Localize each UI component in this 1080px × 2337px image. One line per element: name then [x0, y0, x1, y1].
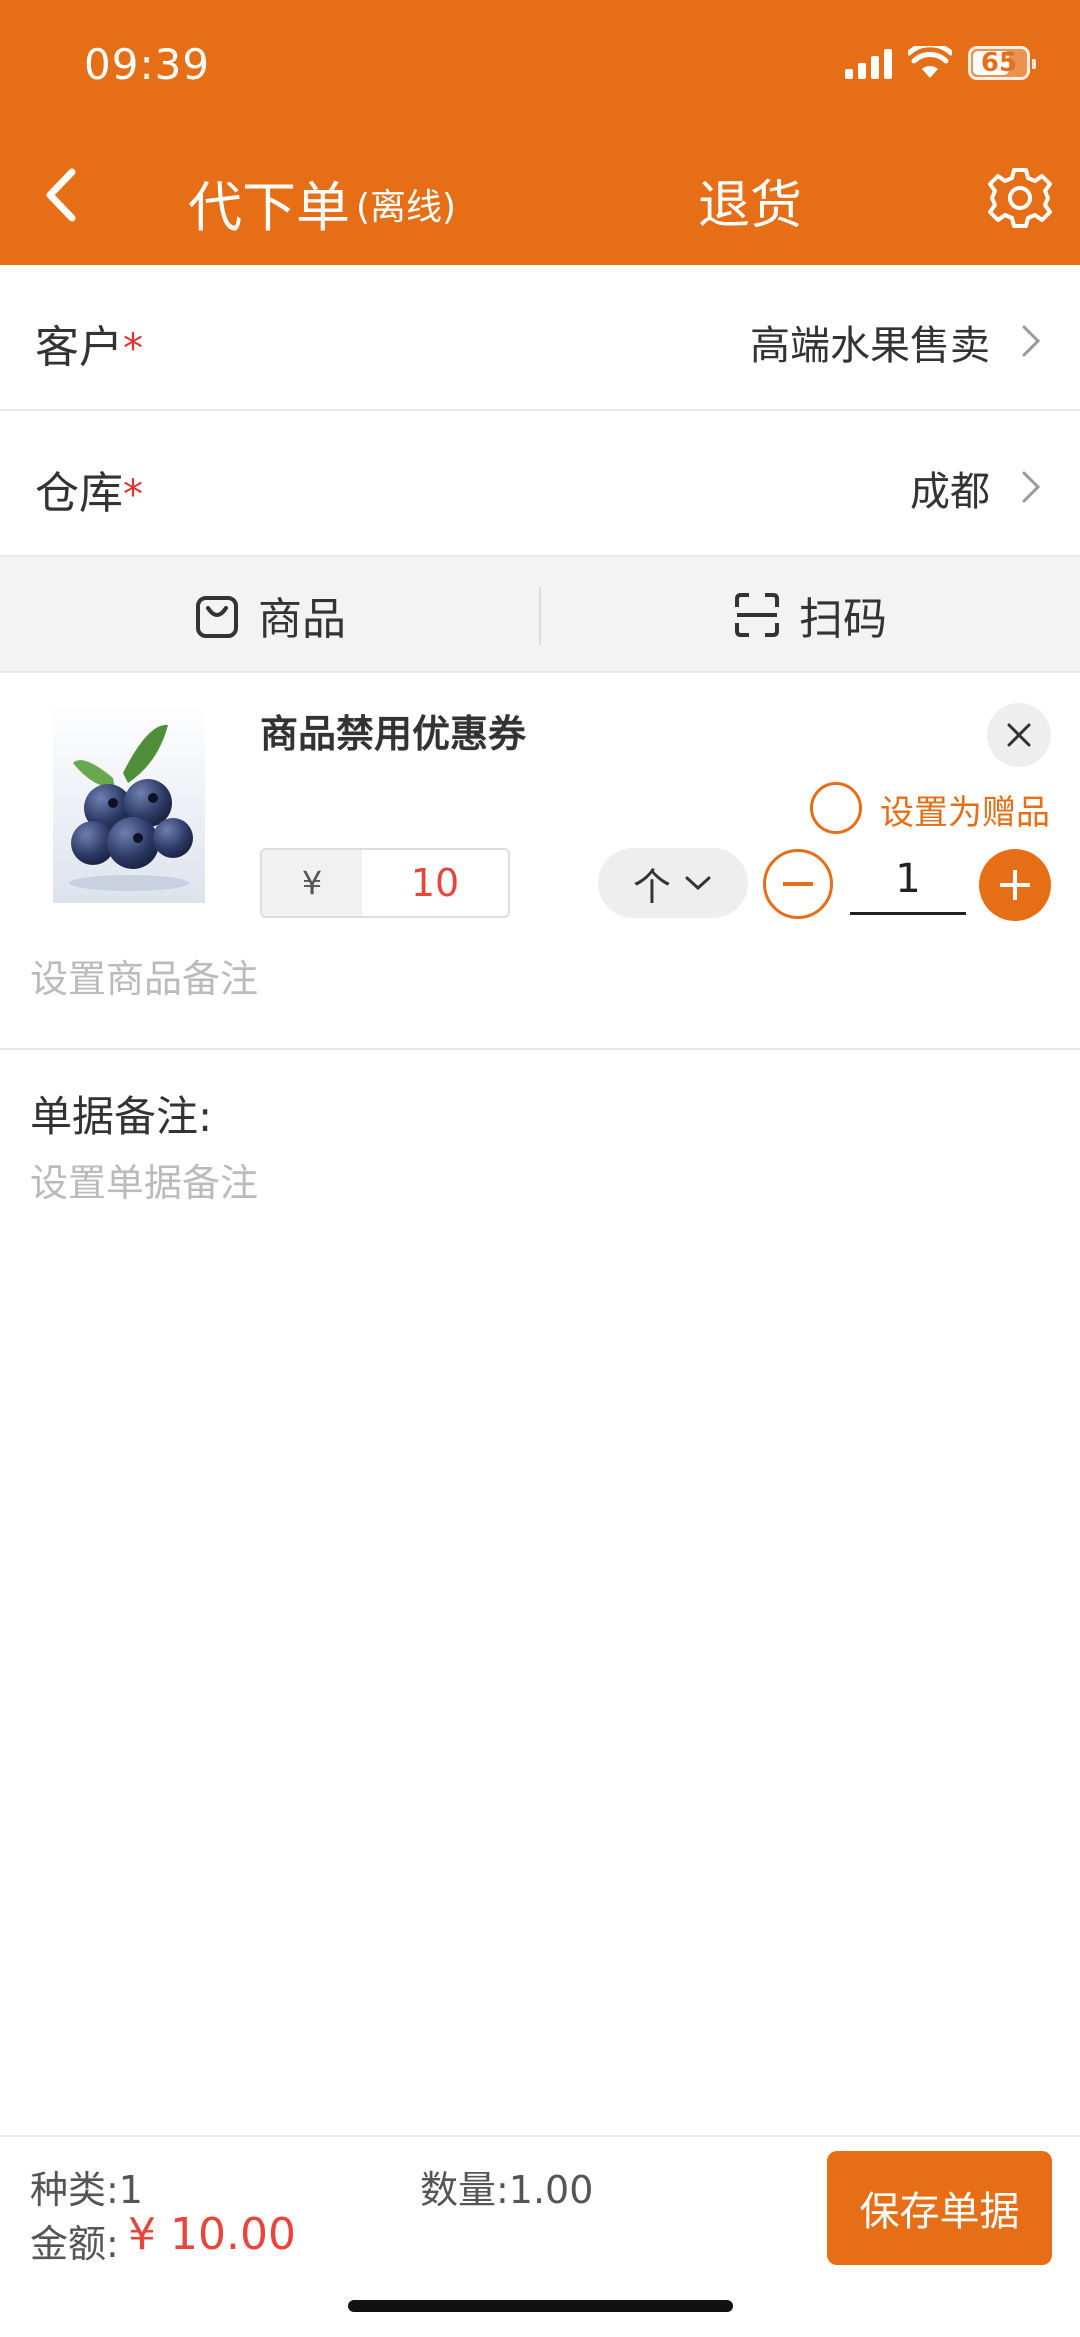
- unit-select[interactable]: 个: [598, 848, 748, 918]
- save-order-button[interactable]: 保存单据: [827, 2151, 1052, 2265]
- chevron-right-icon: [1022, 471, 1041, 503]
- product-item: 商品禁用优惠券 设置为赠品 ¥ 10 个 1 设置商品备注: [0, 673, 1080, 1050]
- price-field[interactable]: ¥ 10: [260, 848, 510, 918]
- customer-value: 高端水果售卖: [750, 323, 990, 369]
- product-name: 商品禁用优惠券: [260, 712, 527, 756]
- wifi-icon: [908, 46, 952, 78]
- signal-icon: [845, 47, 892, 79]
- page-title: 代下单: [188, 176, 350, 239]
- gift-radio[interactable]: [810, 782, 862, 834]
- tab-products[interactable]: 商品: [0, 557, 540, 673]
- add-product-tabs: 商品 扫码: [0, 557, 1080, 673]
- status-icons: 65: [845, 46, 1036, 80]
- product-image: [53, 703, 205, 903]
- unit-value: 个: [632, 864, 671, 909]
- amount-value: ¥ 10.00: [128, 2209, 296, 2260]
- chevron-right-icon: [1022, 325, 1041, 357]
- warehouse-row[interactable]: 仓库* 成都: [0, 411, 1080, 557]
- return-goods-button[interactable]: 退货: [698, 163, 802, 238]
- remove-product-button[interactable]: [987, 703, 1051, 767]
- tab-scan[interactable]: 扫码: [540, 557, 1080, 673]
- home-indicator: [348, 2300, 733, 2312]
- gear-icon[interactable]: [988, 166, 1052, 230]
- scan-icon: [735, 593, 779, 637]
- warehouse-value: 成都: [910, 469, 990, 515]
- chevron-down-icon: [685, 876, 711, 891]
- back-arrow-icon[interactable]: [38, 160, 88, 230]
- close-icon: [1007, 723, 1031, 747]
- product-remark-input[interactable]: 设置商品备注: [30, 948, 258, 1003]
- tab-products-label: 商品: [258, 594, 346, 645]
- gift-label[interactable]: 设置为赠品: [880, 785, 1050, 834]
- amount-label: 金额:: [30, 2222, 119, 2266]
- total-quantity: 数量:1.00: [420, 2168, 594, 2212]
- customer-label: 客户*: [35, 322, 143, 373]
- quantity-input[interactable]: 1: [850, 843, 966, 915]
- warehouse-label: 仓库*: [35, 468, 143, 519]
- currency-symbol: ¥: [262, 850, 362, 916]
- page-subtitle: (离线): [356, 187, 457, 228]
- order-remark-input[interactable]: 设置单据备注: [30, 1152, 258, 1207]
- order-remark-label: 单据备注:: [30, 1092, 213, 1141]
- decrease-quantity-button[interactable]: [763, 849, 833, 919]
- header: 09:39 65 代下单 (离线) 退货: [0, 0, 1080, 265]
- kinds-count: 种类:1: [30, 2168, 143, 2212]
- price-value[interactable]: 10: [362, 850, 508, 916]
- increase-quantity-button[interactable]: [979, 849, 1051, 921]
- battery-icon: 65: [968, 46, 1036, 80]
- shopping-bag-icon: [196, 596, 238, 638]
- tab-scan-label: 扫码: [799, 594, 887, 645]
- customer-row[interactable]: 客户* 高端水果售卖: [0, 265, 1080, 411]
- status-time: 09:39: [84, 40, 211, 89]
- battery-level: 65: [980, 48, 1018, 78]
